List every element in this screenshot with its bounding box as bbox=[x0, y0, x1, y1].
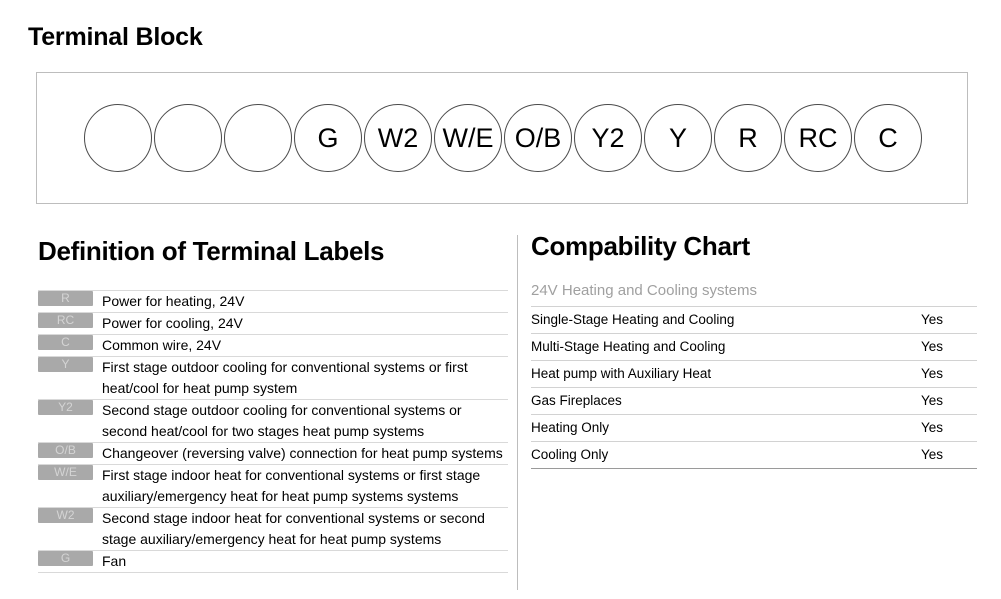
compatibility-row: Gas Fireplaces Yes bbox=[531, 387, 977, 414]
definition-description: Second stage indoor heat for conventiona… bbox=[102, 509, 485, 547]
definitions-section: Definition of Terminal Labels R Power for… bbox=[38, 225, 508, 573]
terminal-label-badge: W/E bbox=[38, 464, 93, 480]
definitions-table: R Power for heating, 24V RC Power for cooli… bbox=[38, 290, 508, 573]
definition-row: O/B Changeover (reversing valve) connecti… bbox=[38, 442, 508, 464]
compatibility-system-name: Multi-Stage Heating and Cooling bbox=[531, 338, 726, 354]
compatibility-table: Single-Stage Heating and Cooling Yes Multi… bbox=[531, 306, 977, 469]
definition-badge-cell: G bbox=[38, 550, 102, 572]
terminal-circle-g[interactable]: G bbox=[294, 104, 362, 172]
compatibility-support-value: Yes bbox=[920, 365, 944, 381]
definition-badge-cell: Y2 bbox=[38, 399, 102, 442]
definition-description: First stage indoor heat for conventional… bbox=[102, 466, 481, 504]
definition-description: Power for cooling, 24V bbox=[102, 314, 243, 331]
terminal-label-badge: G bbox=[38, 550, 93, 566]
terminal-label-badge: O/B bbox=[38, 442, 93, 458]
definition-description: Fan bbox=[102, 552, 127, 569]
definitions-heading: Definition of Terminal Labels bbox=[38, 236, 385, 266]
terminal-circle-blank-1[interactable] bbox=[84, 104, 152, 172]
compatibility-system-name: Gas Fireplaces bbox=[531, 392, 622, 408]
terminal-block-panel: G W2 W/E O/B Y2 Y R RC C bbox=[36, 72, 968, 204]
terminal-circle-r[interactable]: R bbox=[714, 104, 782, 172]
definition-description: First stage outdoor cooling for conventi… bbox=[102, 358, 468, 396]
definition-row: C Common wire, 24V bbox=[38, 334, 508, 356]
definition-row: W2 Second stage indoor heat for conventio… bbox=[38, 507, 508, 550]
compatibility-support-value: Yes bbox=[920, 446, 944, 462]
definition-badge-cell: R bbox=[38, 290, 102, 312]
definition-row: Y First stage outdoor cooling for convent… bbox=[38, 356, 508, 399]
compatibility-system-name: Cooling Only bbox=[531, 446, 609, 462]
compatibility-row: Single-Stage Heating and Cooling Yes bbox=[531, 306, 977, 333]
terminal-circle-y[interactable]: Y bbox=[644, 104, 712, 172]
terminal-circle-c[interactable]: C bbox=[854, 104, 922, 172]
compatibility-row: Cooling Only Yes bbox=[531, 441, 977, 469]
terminal-circle-blank-3[interactable] bbox=[224, 104, 292, 172]
compatibility-system-name: Heating Only bbox=[531, 419, 610, 435]
definition-row: RC Power for cooling, 24V bbox=[38, 312, 508, 334]
terminal-circle-blank-2[interactable] bbox=[154, 104, 222, 172]
definition-description: Changeover (reversing valve) connection … bbox=[102, 444, 503, 461]
compatibility-system-name: Single-Stage Heating and Cooling bbox=[531, 311, 735, 327]
terminal-label-badge: Y bbox=[38, 356, 93, 372]
compatibility-support-value: Yes bbox=[920, 311, 944, 327]
compatibility-subheading: 24V Heating and Cooling systems bbox=[531, 281, 757, 299]
definition-badge-cell: RC bbox=[38, 312, 102, 334]
compatibility-row: Multi-Stage Heating and Cooling Yes bbox=[531, 333, 977, 360]
compatibility-support-value: Yes bbox=[920, 392, 944, 408]
terminal-circle-rc[interactable]: RC bbox=[784, 104, 852, 172]
terminal-label-badge: W2 bbox=[38, 507, 93, 523]
compatibility-support-value: Yes bbox=[920, 419, 944, 435]
definition-description: Common wire, 24V bbox=[102, 336, 222, 353]
definition-badge-cell: O/B bbox=[38, 442, 102, 464]
page-title: Terminal Block bbox=[28, 23, 203, 51]
compatibility-system-name: Heat pump with Auxiliary Heat bbox=[531, 365, 712, 381]
definition-description: Second stage outdoor cooling for convent… bbox=[102, 401, 462, 439]
definitions-table-body: R Power for heating, 24V RC Power for cooli… bbox=[38, 290, 508, 573]
definition-row: G Fan bbox=[38, 550, 508, 573]
definition-row: Y2 Second stage outdoor cooling for conve… bbox=[38, 399, 508, 442]
terminal-label-badge: R bbox=[38, 290, 93, 306]
compatibility-row: Heating Only Yes bbox=[531, 414, 977, 441]
terminal-label-badge: Y2 bbox=[38, 399, 93, 415]
definition-row: R Power for heating, 24V bbox=[38, 290, 508, 312]
compatibility-support-value: Yes bbox=[920, 338, 944, 354]
terminal-circle-row: G W2 W/E O/B Y2 Y R RC C bbox=[84, 104, 922, 172]
definition-badge-cell: Y bbox=[38, 356, 102, 399]
content-columns: Definition of Terminal Labels R Power for… bbox=[0, 225, 1001, 599]
compatibility-heading: Compability Chart bbox=[531, 231, 750, 261]
compatibility-table-body: Single-Stage Heating and Cooling Yes Multi… bbox=[531, 306, 977, 469]
terminal-label-badge: C bbox=[38, 334, 93, 350]
definition-row: W/E First stage indoor heat for conventio… bbox=[38, 464, 508, 507]
column-divider bbox=[517, 235, 518, 590]
definition-badge-cell: C bbox=[38, 334, 102, 356]
compatibility-row: Heat pump with Auxiliary Heat Yes bbox=[531, 360, 977, 387]
definition-description: Power for heating, 24V bbox=[102, 292, 245, 309]
terminal-circle-we[interactable]: W/E bbox=[434, 104, 502, 172]
terminal-circle-ob[interactable]: O/B bbox=[504, 104, 572, 172]
compatibility-section: Compability Chart 24V Heating and Coolin… bbox=[531, 225, 977, 469]
definition-badge-cell: W/E bbox=[38, 464, 102, 507]
terminal-circle-y2[interactable]: Y2 bbox=[574, 104, 642, 172]
terminal-circle-w2[interactable]: W2 bbox=[364, 104, 432, 172]
terminal-label-badge: RC bbox=[38, 312, 93, 328]
definition-badge-cell: W2 bbox=[38, 507, 102, 550]
